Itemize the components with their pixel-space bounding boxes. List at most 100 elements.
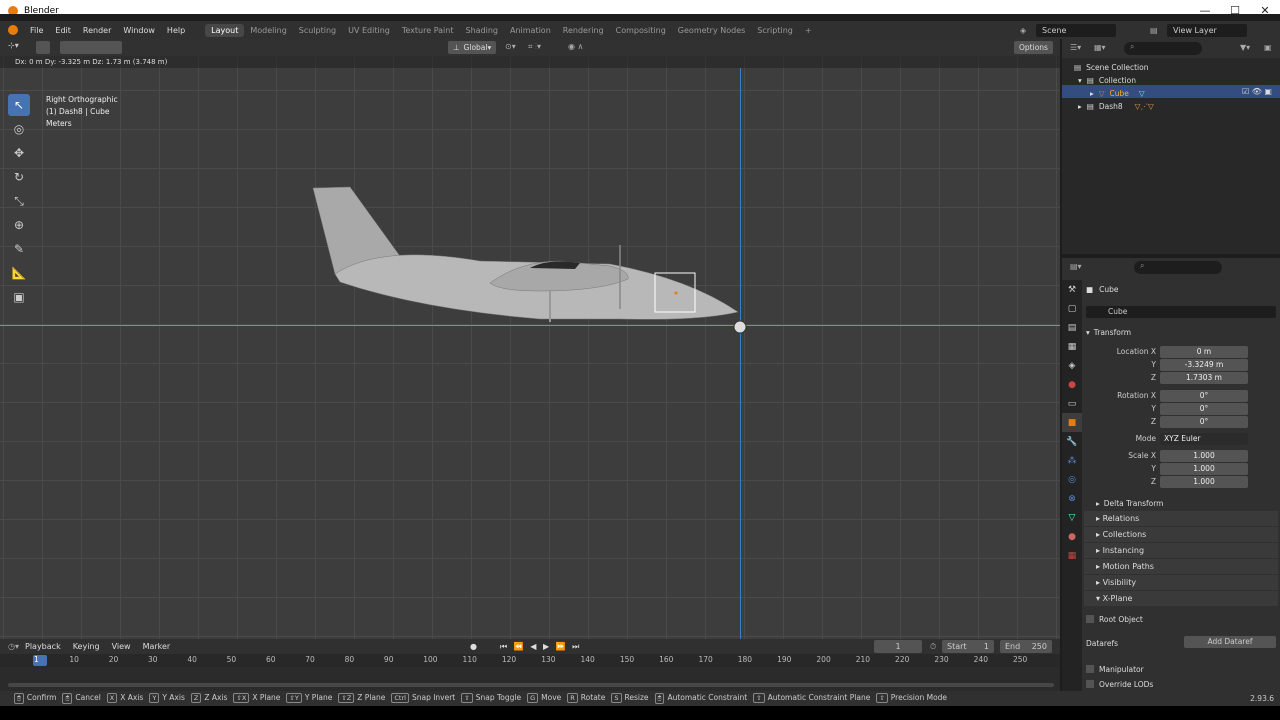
current-frame-field[interactable]: 1 xyxy=(874,640,922,653)
view-layer-icon[interactable]: ▤ xyxy=(1150,26,1158,35)
menu-help[interactable]: Help xyxy=(161,26,191,35)
material-tab-icon[interactable]: ● xyxy=(1062,527,1082,546)
outliner-scene-collection[interactable]: ▤ Scene Collection xyxy=(1074,61,1148,73)
properties-type-icon[interactable]: ▤▾ xyxy=(1070,262,1082,271)
scale-x-field[interactable]: 1.000 xyxy=(1160,450,1248,462)
menu-view[interactable]: View xyxy=(106,642,137,651)
outliner-search-input[interactable]: ⌕ xyxy=(1124,42,1202,55)
instancing-panel[interactable]: ▸ Instancing xyxy=(1084,543,1278,558)
transform-label: Transform xyxy=(1093,327,1132,337)
timeline-tick-label: 210 xyxy=(855,655,871,664)
scene-selector[interactable]: Scene xyxy=(1036,23,1116,37)
timeline-tick-label: 190 xyxy=(777,655,792,664)
scale-z-label: Z xyxy=(1150,477,1156,486)
checkbox-icon[interactable] xyxy=(1086,665,1094,673)
tab-modeling[interactable]: Modeling xyxy=(244,24,292,37)
visibility-panel[interactable]: ▸ Visibility xyxy=(1084,575,1278,590)
constraints-tab-icon[interactable]: ⊗ xyxy=(1062,489,1082,508)
scale-z-field[interactable]: 1.000 xyxy=(1160,476,1248,488)
checkbox-icon[interactable] xyxy=(1086,615,1094,623)
data-tab-icon[interactable]: ▽ xyxy=(1062,508,1082,527)
expand-icon[interactable]: ▸ xyxy=(1090,89,1094,98)
object-name: Cube xyxy=(1099,284,1119,294)
relations-panel[interactable]: ▸ Relations xyxy=(1084,511,1278,526)
collections-panel[interactable]: ▸ Collections xyxy=(1084,527,1278,542)
menu-marker[interactable]: Marker xyxy=(137,642,177,651)
tab-compositing[interactable]: Compositing xyxy=(610,24,672,37)
xplane-panel[interactable]: ▾ X-Plane xyxy=(1084,591,1278,606)
timeline-scrollbar[interactable] xyxy=(8,683,1054,687)
tab-scripting[interactable]: Scripting xyxy=(751,24,799,37)
timeline-tick-label: 70 xyxy=(305,655,315,664)
menu-render[interactable]: Render xyxy=(77,26,117,35)
timeline-editor-icon[interactable]: ◷▾ xyxy=(8,642,19,651)
3d-viewport[interactable]: ⊹▾ ⊥ Global ▾ ⊙▾ ⌗ ⫶▾ ◉ ∧ Options Dx: 0 … xyxy=(0,39,1060,639)
start-frame-field[interactable]: Start 1 xyxy=(942,640,994,653)
outliner-type-icon[interactable]: ☰▾ xyxy=(1070,43,1081,52)
timeline[interactable]: ◷▾ Playback Keying View Marker ● ⏮ ⏪ ◀ ▶… xyxy=(0,639,1060,692)
menu-keying[interactable]: Keying xyxy=(67,642,106,651)
record-icon[interactable]: ● xyxy=(470,642,477,651)
airplane-model[interactable] xyxy=(0,39,1060,639)
add-workspace-icon[interactable]: + xyxy=(799,24,818,37)
scale-y-label: Y xyxy=(1151,464,1156,473)
checkbox-icon[interactable] xyxy=(1086,680,1094,688)
filter-icon[interactable]: ▼▾ xyxy=(1240,43,1250,52)
expand-icon[interactable]: ▸ xyxy=(1078,102,1082,111)
playback-controls[interactable]: ⏮ ⏪ ◀ ▶ ⏩ ⏭ xyxy=(500,642,581,652)
end-frame-field[interactable]: End 250 xyxy=(1000,640,1052,653)
xplane-label: X-Plane xyxy=(1102,594,1133,603)
timeline-tick-label: 30 xyxy=(148,655,158,664)
override-lods-checkbox[interactable]: Override LODs xyxy=(1086,678,1153,690)
timeline-ruler[interactable]: 1 10 20 30 40 50 60 70 80 90 100 110 120 130 140 150 160… xyxy=(0,654,1060,667)
shortcut-key-icon: ⇧ xyxy=(876,693,888,703)
render-tab-icon[interactable]: ▢ xyxy=(1062,299,1082,318)
dash8-label: Dash8 xyxy=(1098,101,1123,111)
tool-tab-icon[interactable]: ⚒ xyxy=(1062,280,1082,299)
location-y-field[interactable]: -3.3249 m xyxy=(1160,359,1248,371)
expand-icon[interactable]: ▾ xyxy=(1078,76,1082,85)
scale-y-field[interactable]: 1.000 xyxy=(1160,463,1248,475)
outliner-item-cube[interactable]: ▸ ▽ Cube ▽ xyxy=(1090,87,1145,99)
manipulator-checkbox[interactable]: Manipulator xyxy=(1086,663,1144,675)
object-name-field[interactable]: Cube xyxy=(1086,306,1276,318)
menu-file[interactable]: File xyxy=(24,26,49,35)
texture-tab-icon[interactable]: ▦ xyxy=(1062,546,1082,565)
collections-label: Collections xyxy=(1102,530,1147,539)
location-z-field[interactable]: 1.7303 m xyxy=(1160,372,1248,384)
tab-texture-paint[interactable]: Texture Paint xyxy=(396,24,460,37)
delta-transform-subpanel[interactable]: ▸ Delta Transform xyxy=(1096,497,1163,509)
rotation-mode-dropdown[interactable]: XYZ Euler xyxy=(1160,433,1248,445)
tab-uv-editing[interactable]: UV Editing xyxy=(342,24,396,37)
tab-geometry-nodes[interactable]: Geometry Nodes xyxy=(672,24,751,37)
view-layer-selector[interactable]: View Layer xyxy=(1167,23,1247,37)
location-x-field[interactable]: 0 m xyxy=(1160,346,1248,358)
menu-edit[interactable]: Edit xyxy=(49,26,77,35)
tab-shading[interactable]: Shading xyxy=(459,24,504,37)
rotation-y-field[interactable]: 0° xyxy=(1160,403,1248,415)
menu-window[interactable]: Window xyxy=(117,26,161,35)
transform-panel-header[interactable]: ▾ Transform xyxy=(1086,326,1131,338)
properties-search-input[interactable]: ⌕ xyxy=(1134,261,1222,274)
scene-icon[interactable]: ◈ xyxy=(1020,26,1026,35)
rotation-x-field[interactable]: 0° xyxy=(1160,390,1248,402)
output-tab-icon[interactable]: ▤ xyxy=(1062,318,1082,337)
display-mode-icon[interactable]: ▦▾ xyxy=(1094,43,1106,52)
new-collection-icon[interactable]: ▣ xyxy=(1264,43,1272,52)
clock-icon[interactable]: ⏱ xyxy=(930,642,936,652)
tab-rendering[interactable]: Rendering xyxy=(557,24,610,37)
tab-sculpting[interactable]: Sculpting xyxy=(293,24,342,37)
visibility-toggles[interactable]: ☑ 👁 ▣ xyxy=(1242,87,1272,96)
menu-playback[interactable]: Playback xyxy=(19,642,67,651)
root-object-checkbox[interactable]: Root Object xyxy=(1086,613,1143,625)
datarefs-label: Datarefs xyxy=(1086,638,1118,648)
timeline-tick-label: 130 xyxy=(541,655,556,664)
tab-animation[interactable]: Animation xyxy=(504,24,557,37)
add-dataref-button[interactable]: Add Dataref xyxy=(1184,636,1276,648)
rotation-z-field[interactable]: 0° xyxy=(1160,416,1248,428)
manipulator-label: Manipulator xyxy=(1099,664,1144,674)
outliner-item-dash8[interactable]: ▸ ▤ Dash8 ▽⋰▽ xyxy=(1078,100,1154,112)
blender-menu-icon[interactable] xyxy=(8,25,18,35)
motion-paths-panel[interactable]: ▸ Motion Paths xyxy=(1084,559,1278,574)
tab-layout[interactable]: Layout xyxy=(205,23,245,37)
